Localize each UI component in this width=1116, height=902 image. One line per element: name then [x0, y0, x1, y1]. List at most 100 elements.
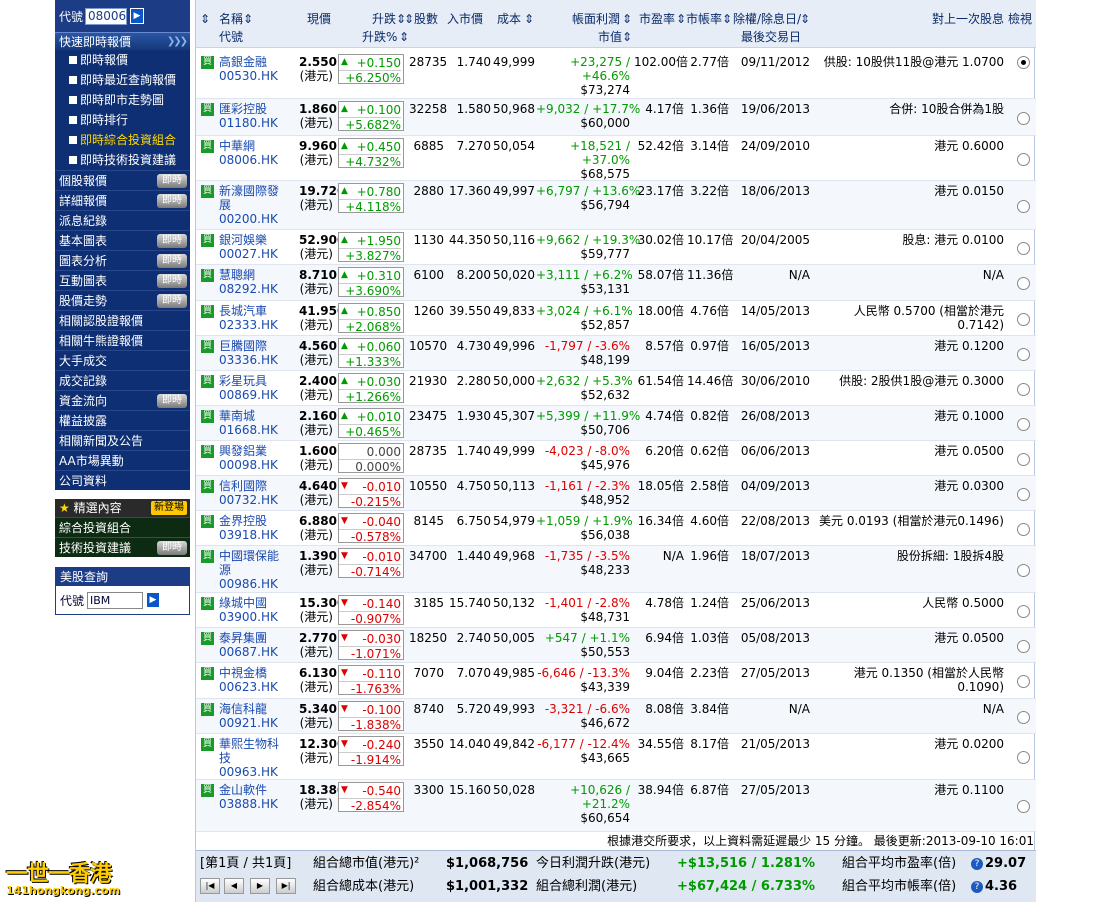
- stock-name[interactable]: 長城汽車: [219, 304, 267, 318]
- stock-code[interactable]: 03918.HK: [219, 528, 278, 542]
- buy-icon[interactable]: 買: [201, 305, 214, 318]
- realtime-badge[interactable]: 即時: [157, 294, 187, 308]
- col-cost[interactable]: 成本: [497, 11, 521, 27]
- stock-name[interactable]: 匯彩控股: [219, 102, 267, 116]
- stock-code[interactable]: 08292.HK: [219, 282, 278, 296]
- buy-icon[interactable]: 買: [201, 340, 214, 353]
- col-pe[interactable]: 市盈率: [639, 11, 675, 27]
- stock-name[interactable]: 綠城中國: [219, 596, 267, 610]
- view-radio[interactable]: [1017, 605, 1030, 618]
- featured-item[interactable]: 技術投資建議 即時: [55, 537, 190, 557]
- quick-item[interactable]: 即時排行: [55, 110, 190, 130]
- col-shares[interactable]: 股數: [414, 11, 438, 27]
- buy-icon[interactable]: 買: [201, 703, 214, 716]
- view-radio[interactable]: [1017, 277, 1030, 290]
- sidebar-nav-item[interactable]: 相關牛熊證報價: [55, 330, 190, 350]
- col-cost-price[interactable]: 入市價: [447, 11, 483, 27]
- featured-item[interactable]: 綜合投資組合: [55, 517, 190, 537]
- sidebar-nav-item[interactable]: 相關新聞及公告: [55, 430, 190, 450]
- sort-icon[interactable]: ⇕: [200, 11, 210, 27]
- stock-code[interactable]: 01668.HK: [219, 423, 278, 437]
- sidebar-nav-item[interactable]: 資金流向 即時: [55, 390, 190, 410]
- buy-icon[interactable]: 買: [201, 550, 214, 563]
- sidebar-nav-item[interactable]: AA市場異動: [55, 450, 190, 470]
- sidebar-nav-item[interactable]: 派息紀錄: [55, 210, 190, 230]
- view-radio[interactable]: [1017, 488, 1030, 501]
- stock-name[interactable]: 興發鋁業: [219, 444, 267, 458]
- stock-code[interactable]: 00530.HK: [219, 69, 278, 83]
- view-radio[interactable]: [1017, 640, 1030, 653]
- sidebar-nav-item[interactable]: 股價走勢 即時: [55, 290, 190, 310]
- stock-name[interactable]: 金山軟件: [219, 783, 267, 797]
- quick-item[interactable]: 即時報價: [55, 50, 190, 70]
- view-radio[interactable]: [1017, 751, 1030, 764]
- next-page-button[interactable]: ▶: [250, 878, 270, 894]
- first-page-button[interactable]: |◀: [200, 878, 220, 894]
- col-price[interactable]: 現價: [307, 11, 331, 27]
- buy-icon[interactable]: 買: [201, 269, 214, 282]
- stock-code[interactable]: 01180.HK: [219, 116, 278, 130]
- quick-item[interactable]: 即時技術投資建議: [55, 150, 190, 170]
- sidebar-nav-item[interactable]: 基本圖表 即時: [55, 230, 190, 250]
- quick-item[interactable]: 即時即市走勢圖: [55, 90, 190, 110]
- help-icon[interactable]: ?: [971, 881, 983, 893]
- buy-icon[interactable]: 買: [201, 667, 214, 680]
- sort-shares-icon[interactable]: ⇕: [404, 11, 414, 27]
- realtime-badge[interactable]: 即時: [157, 174, 187, 188]
- sidebar-nav-item[interactable]: 大手成交: [55, 350, 190, 370]
- go-arrow-icon[interactable]: ▶: [130, 8, 145, 24]
- stock-code[interactable]: 00623.HK: [219, 680, 278, 694]
- view-radio[interactable]: [1017, 675, 1030, 688]
- view-radio[interactable]: [1017, 112, 1030, 125]
- stock-name[interactable]: 慧聰網: [219, 268, 255, 282]
- quick-item[interactable]: 即時綜合投資組合: [55, 130, 190, 150]
- prev-page-button[interactable]: ◀: [224, 878, 244, 894]
- stock-code[interactable]: 02333.HK: [219, 318, 278, 332]
- view-radio[interactable]: [1017, 418, 1030, 431]
- buy-icon[interactable]: 買: [201, 784, 214, 797]
- view-radio[interactable]: [1017, 348, 1030, 361]
- sidebar-nav-item[interactable]: 成交記錄: [55, 370, 190, 390]
- buy-icon[interactable]: 買: [201, 234, 214, 247]
- us-go-arrow-icon[interactable]: ▶: [146, 592, 161, 608]
- stock-code[interactable]: 00963.HK: [219, 765, 278, 779]
- buy-icon[interactable]: 買: [201, 103, 214, 116]
- view-radio[interactable]: [1017, 523, 1030, 536]
- stock-code[interactable]: 00027.HK: [219, 247, 278, 261]
- quick-item[interactable]: 即時最近查詢報價: [55, 70, 190, 90]
- stock-name[interactable]: 巨騰國際: [219, 339, 267, 353]
- buy-icon[interactable]: 買: [201, 185, 214, 198]
- stock-name[interactable]: 信利國際: [219, 479, 267, 493]
- buy-icon[interactable]: 買: [201, 738, 214, 751]
- buy-icon[interactable]: 買: [201, 56, 214, 69]
- col-exdate[interactable]: 除權/除息日/: [733, 11, 801, 27]
- sidebar-nav-item[interactable]: 互動圖表 即時: [55, 270, 190, 290]
- stock-code[interactable]: 03888.HK: [219, 797, 278, 811]
- stock-code[interactable]: 08006.HK: [219, 153, 278, 167]
- last-page-button[interactable]: ▶|: [276, 878, 296, 894]
- sort-cost-icon[interactable]: ⇕: [524, 11, 534, 27]
- view-radio[interactable]: [1017, 453, 1030, 466]
- sort-pe-icon[interactable]: ⇕: [676, 11, 686, 27]
- stock-code[interactable]: 00869.HK: [219, 388, 278, 402]
- stock-name[interactable]: 新濠國際發 展: [219, 184, 279, 212]
- sidebar-nav-item[interactable]: 詳細報價 即時: [55, 190, 190, 210]
- stock-code[interactable]: 00921.HK: [219, 716, 278, 730]
- view-radio[interactable]: [1017, 242, 1030, 255]
- col-market-value[interactable]: 市值: [598, 29, 622, 45]
- buy-icon[interactable]: 買: [201, 140, 214, 153]
- stock-name[interactable]: 中華網: [219, 139, 255, 153]
- stock-code[interactable]: 00200.HK: [219, 212, 278, 226]
- col-pb[interactable]: 市帳率: [686, 11, 722, 27]
- view-radio[interactable]: [1017, 800, 1030, 813]
- help-icon[interactable]: ?: [971, 858, 983, 870]
- realtime-badge[interactable]: 即時: [157, 274, 187, 288]
- realtime-badge[interactable]: 即時: [157, 541, 187, 555]
- us-code-input[interactable]: IBM: [87, 591, 144, 609]
- view-radio[interactable]: [1017, 711, 1030, 724]
- realtime-badge[interactable]: 即時: [157, 394, 187, 408]
- sort-pb-icon[interactable]: ⇕: [722, 11, 732, 27]
- buy-icon[interactable]: 買: [201, 445, 214, 458]
- col-change[interactable]: 升跌: [372, 11, 396, 27]
- code-input[interactable]: 08006: [85, 7, 128, 25]
